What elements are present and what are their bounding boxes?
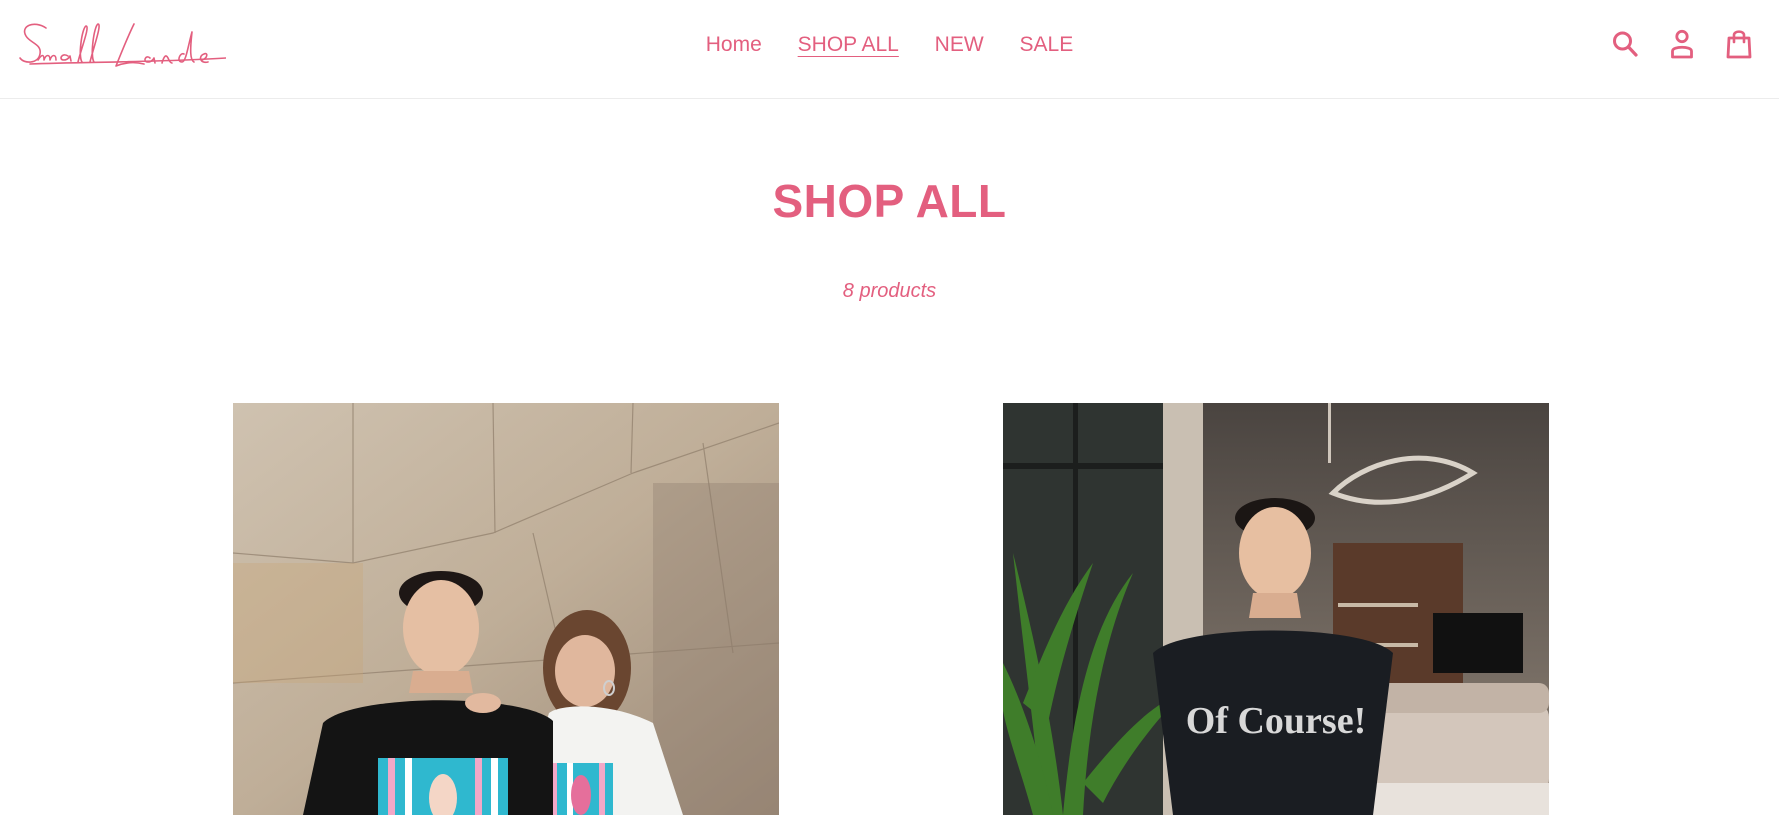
site-header: Home SHOP ALL NEW SALE xyxy=(0,0,1779,99)
cart-icon[interactable] xyxy=(1725,28,1753,60)
collection-title: SHOP ALL xyxy=(772,175,1007,227)
product-image-of-course-tshirt: Of Course! xyxy=(1003,403,1549,815)
account-icon[interactable] xyxy=(1668,28,1696,60)
product-card[interactable] xyxy=(233,403,779,815)
product-grid: Of Course! xyxy=(233,403,1549,815)
tshirt-print-text: Of Course! xyxy=(1186,700,1366,742)
product-image-family-tshirt xyxy=(233,403,779,815)
search-icon[interactable] xyxy=(1611,28,1639,60)
nav-shop-all-link[interactable]: SHOP ALL xyxy=(798,32,899,58)
nav-sale-link[interactable]: SALE xyxy=(1020,32,1074,58)
header-actions xyxy=(1611,28,1753,60)
main-navigation: Home SHOP ALL NEW SALE xyxy=(0,32,1779,58)
nav-home-link[interactable]: Home xyxy=(706,32,762,58)
product-count: 8 products xyxy=(842,280,937,302)
product-card[interactable]: Of Course! xyxy=(1003,403,1549,815)
nav-new-link[interactable]: NEW xyxy=(935,32,984,58)
